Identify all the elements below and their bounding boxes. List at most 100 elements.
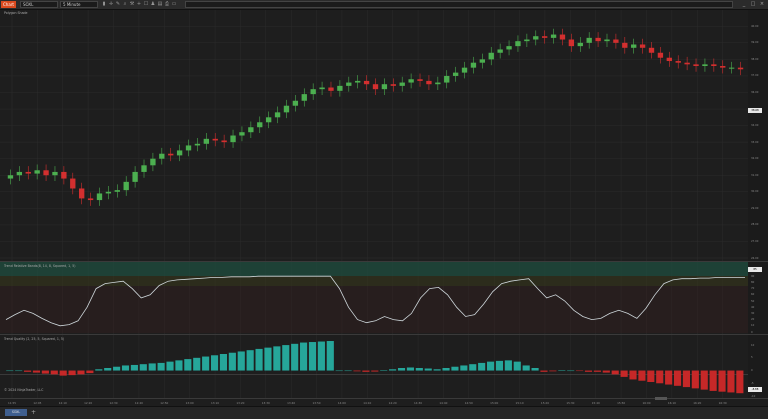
price-tick-label: 29.00 bbox=[751, 206, 759, 210]
time-tick-label: 13:10 bbox=[211, 401, 220, 405]
tq-bar bbox=[237, 351, 245, 371]
tq-bar bbox=[41, 370, 49, 374]
candle-body bbox=[43, 170, 49, 176]
tq-tick-label: -5 bbox=[751, 381, 754, 385]
rsi-tick-label: 40 bbox=[751, 305, 755, 309]
tq-bar bbox=[104, 368, 112, 371]
candle-body bbox=[604, 39, 610, 42]
candle-body bbox=[720, 66, 726, 68]
time-tick-label: 15:50 bbox=[617, 401, 626, 405]
tq-bar bbox=[415, 368, 423, 371]
candle-body bbox=[408, 79, 414, 83]
candle-body bbox=[550, 34, 557, 38]
grid-lines bbox=[0, 10, 748, 398]
time-tick-label: 15:00 bbox=[490, 401, 499, 405]
candle-body bbox=[426, 80, 432, 85]
candle-body bbox=[675, 61, 681, 63]
tq-bar bbox=[193, 357, 201, 371]
rsi-tick-label: 90 bbox=[751, 274, 755, 278]
tq-bar bbox=[228, 352, 236, 371]
tq-bar bbox=[709, 370, 717, 391]
time-tick-label: 11:55 bbox=[7, 401, 17, 405]
tq-bar bbox=[665, 370, 673, 385]
candle-body bbox=[105, 191, 112, 194]
candle-body bbox=[239, 132, 245, 136]
time-tick-label: 12:40 bbox=[134, 401, 143, 405]
candle-body bbox=[265, 117, 272, 123]
price-tick-label: 30.00 bbox=[751, 190, 759, 194]
tq-bar bbox=[6, 370, 14, 372]
horizontal-scrollbar[interactable] bbox=[655, 397, 667, 400]
candle-body bbox=[728, 67, 735, 69]
candle-body bbox=[479, 59, 486, 63]
candle-body bbox=[7, 175, 14, 179]
candle-body bbox=[533, 36, 539, 40]
tq-bar bbox=[308, 342, 317, 371]
time-tick-label: 14:40 bbox=[439, 401, 448, 405]
candle-body bbox=[613, 39, 619, 43]
time-tick-label: 14:10 bbox=[363, 401, 372, 405]
tq-bar bbox=[77, 370, 85, 375]
tq-bar bbox=[113, 366, 121, 371]
candle-body bbox=[711, 64, 717, 66]
tq-bar bbox=[184, 359, 192, 371]
tq-last-tag: -8.88 bbox=[748, 387, 762, 392]
candle-body bbox=[34, 170, 40, 174]
candle-body bbox=[221, 140, 227, 143]
candle-body bbox=[372, 84, 379, 90]
chart-area[interactable] bbox=[0, 0, 768, 418]
tq-bar bbox=[32, 370, 41, 373]
tq-bar bbox=[353, 370, 361, 372]
time-tick-label: 16:30 bbox=[718, 401, 727, 405]
candle-body bbox=[212, 138, 218, 141]
tq-bar bbox=[335, 370, 343, 372]
price-tick-label: 36.00 bbox=[751, 90, 759, 94]
price-tick-label: 39.00 bbox=[751, 41, 759, 45]
candles bbox=[7, 28, 744, 206]
tq-bar bbox=[531, 368, 539, 371]
tq-bar bbox=[210, 355, 219, 371]
candle-body bbox=[185, 145, 192, 151]
time-tick-label: 15:10 bbox=[515, 401, 524, 405]
candle-body bbox=[123, 181, 129, 191]
tq-bar bbox=[219, 354, 228, 371]
tq-bar bbox=[549, 370, 557, 372]
candle-body bbox=[141, 165, 147, 172]
tq-bar bbox=[620, 370, 628, 377]
candle-body bbox=[444, 75, 450, 83]
add-tab-button[interactable]: + bbox=[30, 409, 37, 416]
tab-soxl[interactable]: SOXL bbox=[5, 409, 27, 416]
overbought-band bbox=[0, 262, 748, 276]
candle-body bbox=[319, 87, 325, 90]
candle-body bbox=[16, 171, 23, 176]
time-tick-label: 15:40 bbox=[591, 401, 600, 405]
candle-body bbox=[666, 57, 672, 62]
time-tick-label: 12:05 bbox=[33, 401, 42, 405]
time-tick-label: 12:50 bbox=[160, 401, 169, 405]
time-tick-label: 14:00 bbox=[337, 401, 346, 405]
tq-bar bbox=[460, 365, 468, 371]
time-tick-label: 14:50 bbox=[464, 401, 473, 405]
tq-bar bbox=[593, 370, 601, 372]
tq-bar bbox=[558, 370, 566, 371]
tq-bar bbox=[513, 361, 521, 371]
candle-body bbox=[283, 105, 290, 113]
candle-body bbox=[515, 41, 521, 47]
tq-bar bbox=[478, 362, 486, 371]
rsi-tick-label: 30 bbox=[751, 311, 755, 315]
candle-body bbox=[87, 198, 94, 201]
tq-bar bbox=[389, 369, 397, 371]
tq-bar bbox=[638, 370, 646, 381]
tq-bar bbox=[246, 350, 254, 371]
candle-body bbox=[257, 122, 263, 128]
candle-body bbox=[176, 150, 183, 156]
candle-body bbox=[488, 52, 494, 60]
rsi-tick-label: 20 bbox=[751, 318, 755, 322]
tq-bar bbox=[584, 370, 593, 372]
candle-body bbox=[355, 80, 361, 83]
tq-bar bbox=[424, 368, 432, 371]
time-tick-label: 13:30 bbox=[261, 401, 270, 405]
current-price-tag: 38.68 bbox=[748, 108, 762, 113]
time-tick-label: 15:20 bbox=[540, 401, 549, 405]
price-tick-label: 38.00 bbox=[751, 57, 759, 61]
